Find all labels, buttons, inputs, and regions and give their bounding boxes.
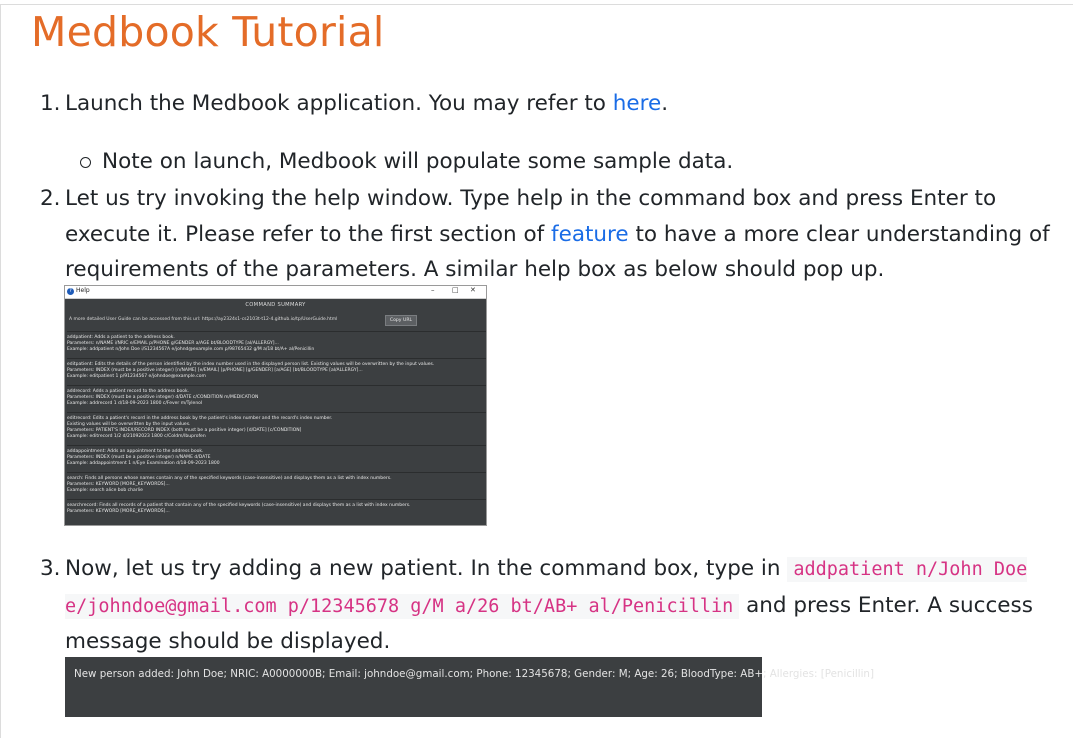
command-line: Example: search alice bob charlie xyxy=(67,488,143,493)
page-title: Medbook Tutorial xyxy=(31,8,385,56)
command-block: addappointment: Adds an appointment to t… xyxy=(67,445,486,467)
here-link[interactable]: here xyxy=(613,91,661,116)
help-window-screenshot: ? Help – □ ✕ COMMAND SUMMARY A more deta… xyxy=(64,285,487,526)
success-message-text: New person added: John Doe; NRIC: A00000… xyxy=(74,668,874,680)
command-line: Example: editrecord 1/2 d/21092023 1800 … xyxy=(67,434,206,439)
command-block: editrecord: Edits a patient's record in … xyxy=(67,412,486,440)
step-1-text-after: . xyxy=(661,91,669,116)
step-1-number: 1. xyxy=(40,91,61,116)
command-block: search: Finds all persons whose names co… xyxy=(67,472,486,494)
feature-link[interactable]: feature xyxy=(551,222,629,247)
command-block: editpatient: Edits the details of the pe… xyxy=(67,358,486,380)
help-window-titlebar: ? Help – □ ✕ xyxy=(65,286,486,299)
command-summary-heading: COMMAND SUMMARY xyxy=(245,302,306,308)
user-guide-text: A more detailed User Guide can be access… xyxy=(69,317,338,322)
command-line: Example: addpatient n/John Doe i/S123456… xyxy=(67,347,315,352)
minimize-icon[interactable]: – xyxy=(431,286,435,294)
maximize-icon[interactable]: □ xyxy=(452,286,459,294)
command-line: Parameters: KEYWORD [MORE_KEYWORDS]... xyxy=(67,509,170,514)
circle-bullet-icon xyxy=(80,157,91,168)
command-block: addpatient: Adds a patient to the addres… xyxy=(67,331,486,353)
command-line: Example: addappointment 1 n/Eye Examinat… xyxy=(67,461,220,466)
success-message-panel: New person added: John Doe; NRIC: A00000… xyxy=(65,657,874,717)
copy-url-button[interactable]: Copy URL xyxy=(385,315,417,326)
command-list: addpatient: Adds a patient to the addres… xyxy=(65,331,486,515)
command-block: searchrecord: Finds all records of a pat… xyxy=(67,499,486,515)
step-3-text-before: Now, let us try adding a new patient. In… xyxy=(65,556,788,581)
help-app-icon: ? xyxy=(67,288,74,295)
step-3-number: 3. xyxy=(40,556,61,581)
page-frame-top xyxy=(0,4,1073,5)
step-1-text-before: Launch the Medbook application. You may … xyxy=(65,91,613,116)
step-2-number: 2. xyxy=(40,186,61,211)
step-3-text: Now, let us try adding a new patient. In… xyxy=(65,551,1065,660)
close-icon[interactable]: ✕ xyxy=(470,286,476,294)
step-1-text: Launch the Medbook application. You may … xyxy=(65,86,668,122)
command-line: Example: editpatient 1 p/91234567 e/john… xyxy=(67,374,206,379)
command-line: Example: addrecord 1 d/18-09-2023 1800 c… xyxy=(67,401,203,406)
step-2-text: Let us try invoking the help window. Typ… xyxy=(65,181,1065,288)
page-frame-left xyxy=(0,4,1,738)
launch-note: Note on launch, Medbook will populate so… xyxy=(102,149,734,174)
help-window-title: Help xyxy=(76,287,90,294)
command-block: addrecord: Adds a patient record to the … xyxy=(67,385,486,407)
user-guide-row: A more detailed User Guide can be access… xyxy=(65,314,486,326)
